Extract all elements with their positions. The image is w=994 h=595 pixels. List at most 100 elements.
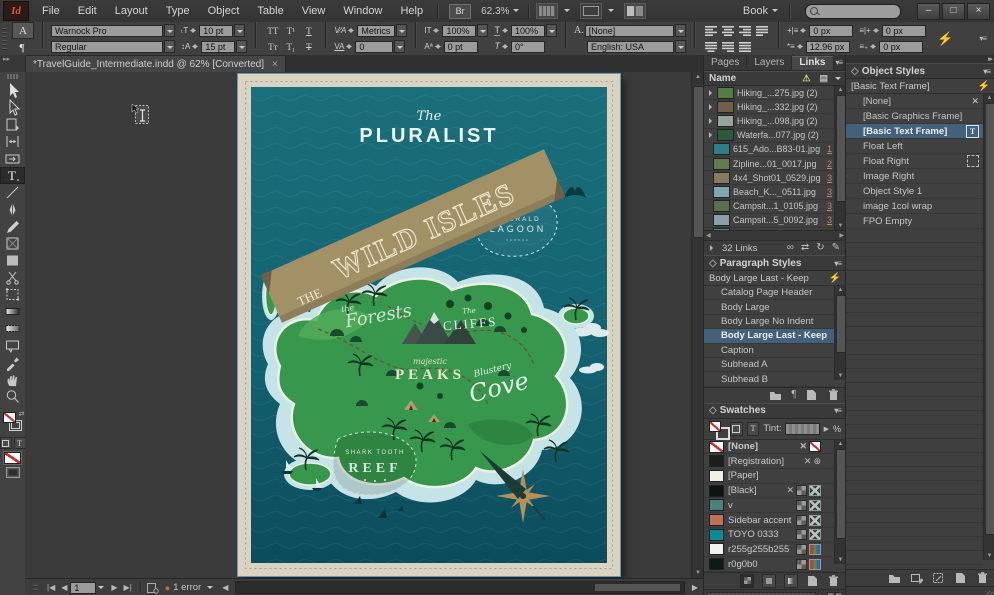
expand-icon[interactable] (709, 90, 715, 96)
left-indent-stepper[interactable] (799, 24, 808, 37)
fill-proxy-chip[interactable] (709, 421, 721, 432)
horizontal-scale-stepper[interactable] (501, 24, 510, 37)
character-style-dropdown[interactable] (675, 24, 686, 37)
link-chain-icon[interactable]: ∞ (787, 243, 794, 253)
link-row[interactable]: Campsit...1_0105.jpg3 (704, 200, 835, 214)
show-gradient-swatches-button[interactable] (784, 574, 798, 588)
object-styles-scrollbar[interactable]: ▲ ▼ (983, 94, 994, 560)
link-row[interactable]: 615_Ado...B83-01.jpg1 (704, 143, 835, 157)
font-style-field[interactable]: Regular (51, 41, 163, 53)
paragraph-style-item[interactable]: Catalog Page Header (704, 286, 835, 300)
collapse-panels-icon[interactable]: ▸▸ (988, 55, 991, 63)
object-style-item-selected[interactable]: [Basic Text Frame]T (846, 124, 983, 139)
swatch-row[interactable]: TOYO 0333 (704, 528, 835, 543)
toolbar-collapse-strip[interactable]: ▸▸ (0, 55, 25, 72)
pen-tool[interactable] (0, 201, 25, 218)
note-tool[interactable] (0, 337, 25, 354)
font-size-field[interactable]: 10 pt (199, 25, 233, 37)
leading-stepper[interactable] (191, 40, 200, 53)
link-page-number[interactable]: 3 (827, 215, 832, 225)
leading-field[interactable]: 15 pt (201, 41, 235, 53)
vertical-scale-dropdown[interactable] (477, 24, 488, 37)
document-horizontal-scrollbar[interactable] (235, 581, 684, 594)
object-style-item[interactable]: [Basic Graphics Frame] (846, 109, 983, 124)
character-formatting-button[interactable]: A (12, 22, 34, 39)
link-page-number[interactable]: 3 (827, 187, 832, 197)
link-row[interactable]: Campsit...5_0092.jpg3 (704, 214, 835, 228)
kerning-stepper[interactable] (347, 24, 356, 37)
link-row[interactable]: Hiking_...098.jpg (2) (704, 114, 835, 128)
paragraph-styles-header[interactable]: ◇Paragraph Styles ▾≡ (704, 255, 846, 271)
screen-mode-dropdown[interactable] (578, 3, 614, 19)
object-styles-header[interactable]: ◇Object Styles ▾≡ (846, 63, 994, 79)
new-swatch-icon[interactable] (806, 575, 819, 587)
preview-mode-button[interactable] (0, 465, 25, 480)
minimize-button[interactable]: – (917, 3, 940, 20)
swatch-row[interactable]: v (704, 498, 835, 513)
style-group-folder-icon[interactable] (769, 389, 782, 401)
object-style-item[interactable]: Object Style 1 (846, 184, 983, 199)
document-tab[interactable]: *TravelGuide_Intermediate.indd @ 62% [Co… (25, 55, 286, 72)
object-style-item[interactable]: [None]✕ (846, 94, 983, 109)
kerning-field[interactable]: Metrics (357, 25, 395, 37)
swatches-header[interactable]: ◇Swatches ▾≡ (704, 403, 846, 419)
paragraph-style-item[interactable]: Subhead A (704, 358, 835, 372)
content-collector-tool[interactable] (0, 150, 25, 167)
show-all-swatches-button[interactable] (740, 574, 754, 588)
menu-view[interactable]: View (293, 1, 335, 22)
fill-color-chip[interactable] (3, 412, 16, 423)
link-row[interactable]: Hiking_...275.jpg (2) (704, 86, 835, 100)
font-size-dropdown[interactable] (234, 24, 245, 37)
formatting-affects-container-button[interactable] (0, 437, 12, 449)
space-after-field[interactable]: 0 px (879, 41, 923, 53)
delete-style-icon[interactable] (827, 389, 840, 401)
delete-style-icon[interactable] (976, 572, 989, 584)
vertical-scale-stepper[interactable] (432, 24, 441, 37)
line-tool[interactable] (0, 184, 25, 201)
font-family-dropdown[interactable] (164, 24, 175, 37)
view-options-dropdown[interactable] (534, 3, 570, 19)
pencil-tool[interactable] (0, 218, 25, 235)
document-close-icon[interactable]: × (272, 59, 278, 70)
style-group-folder-icon[interactable] (888, 572, 901, 584)
create-new-style-icon[interactable] (954, 572, 967, 584)
expand-icon[interactable] (709, 104, 715, 110)
object-style-item[interactable]: FPO Empty (846, 214, 983, 229)
tracking-stepper[interactable] (345, 40, 354, 53)
type-tool[interactable]: T (0, 167, 25, 184)
paragraph-style-item[interactable]: Body Large No Indent (704, 315, 835, 329)
left-indent-field[interactable]: 0 px (809, 25, 853, 37)
gradient-feather-tool[interactable] (0, 320, 25, 337)
link-page-number[interactable]: 3 (827, 201, 832, 211)
right-indent-field[interactable]: 0 px (882, 25, 926, 37)
language-dropdown[interactable] (675, 40, 686, 53)
clear-overrides-icon[interactable] (910, 572, 923, 584)
selection-tool[interactable] (0, 82, 25, 99)
zoom-tool[interactable] (0, 388, 25, 405)
relink-icon[interactable]: ⇄ (801, 243, 809, 253)
link-row[interactable]: Snorkel...3_0039.jpg3 (704, 228, 835, 230)
menu-help[interactable]: Help (391, 1, 432, 22)
link-row[interactable]: 4x4_Shot01_0529.jpg3 (704, 171, 835, 185)
fill-stroke-proxy[interactable] (709, 421, 726, 437)
kerning-dropdown[interactable] (396, 24, 407, 37)
bridge-button[interactable]: Br (449, 4, 471, 19)
swatch-row[interactable]: r0g0b0 (704, 557, 835, 572)
paragraph-style-item[interactable]: Subhead B (704, 372, 835, 386)
expand-icon[interactable] (710, 245, 716, 251)
expand-icon[interactable] (709, 132, 715, 138)
swatch-row-selected[interactable]: [None] ✕ (704, 440, 835, 455)
paragraph-style-item-selected[interactable]: Body Large Last - Keep (704, 329, 835, 343)
edit-original-icon[interactable]: ✎ (832, 243, 840, 253)
link-row[interactable]: Beach_K..._0511.jpg3 (704, 185, 835, 199)
link-row[interactable]: Hiking_...332.jpg (2) (704, 100, 835, 114)
page-column-icon[interactable]: ▤ (819, 73, 828, 84)
workspace-switcher[interactable]: Book (743, 5, 778, 17)
gradient-swatch-tool[interactable] (0, 303, 25, 320)
font-style-dropdown[interactable] (164, 40, 175, 53)
vertical-scale-field[interactable]: 100% (442, 25, 476, 37)
search-field[interactable] (805, 4, 901, 19)
search-input[interactable] (821, 5, 889, 17)
skew-stepper[interactable] (501, 40, 510, 53)
menu-file[interactable]: File (33, 1, 69, 22)
